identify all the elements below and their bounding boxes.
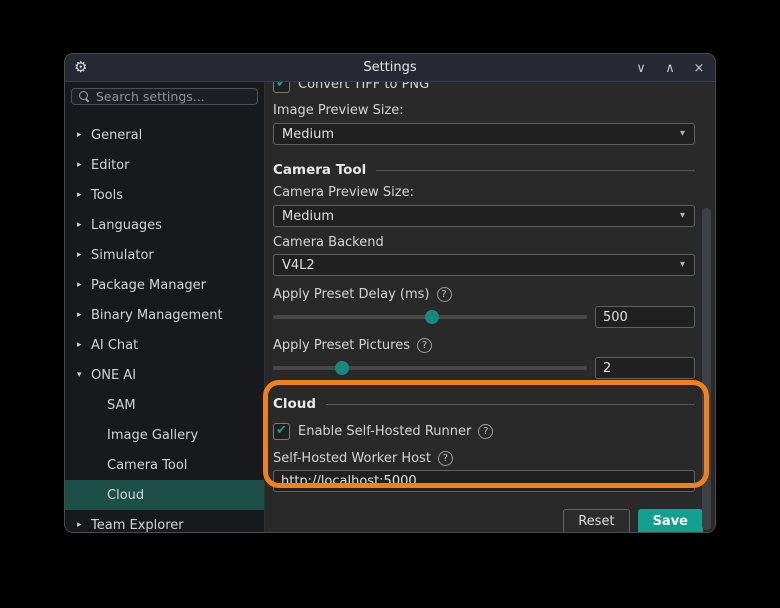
sidebar-item-sam[interactable]: SAM: [65, 390, 264, 420]
cloud-section-title: Cloud: [273, 396, 316, 412]
sidebar-item-languages[interactable]: ▸Languages: [65, 210, 264, 240]
preset-pictures-input[interactable]: [595, 357, 695, 379]
camera-tool-section-header: Camera Tool: [273, 162, 695, 178]
collapsed-arrow-icon: ▸: [77, 280, 91, 290]
settings-content: ✔ Convert TIFF to PNG Image Preview Size…: [265, 82, 715, 532]
enable-runner-row: ✔ Enable Self-Hosted Runner ?: [273, 421, 695, 441]
preset-pictures-row: [273, 357, 695, 379]
settings-window: ⚙ Settings ∨ ∧ × ▸General ▸Editor ▸Tools…: [64, 53, 716, 533]
worker-host-input[interactable]: [273, 470, 695, 492]
camera-preview-size-value: Medium: [282, 209, 334, 224]
collapsed-arrow-icon: ▸: [77, 160, 91, 170]
collapsed-arrow-icon: ▸: [77, 310, 91, 320]
camera-backend-label: Camera Backend: [273, 235, 695, 250]
sidebar-item-package-manager[interactable]: ▸Package Manager: [65, 270, 264, 300]
help-icon[interactable]: ?: [417, 338, 432, 353]
chevron-down-icon: ▾: [680, 128, 685, 139]
expanded-arrow-icon: ▾: [77, 370, 91, 380]
preset-pictures-label: Apply Preset Pictures: [273, 338, 410, 353]
minimize-icon[interactable]: ∨: [633, 62, 649, 75]
sidebar: ▸General ▸Editor ▸Tools ▸Languages ▸Simu…: [65, 82, 265, 532]
sidebar-item-camera-tool[interactable]: Camera Tool: [65, 450, 264, 480]
worker-host-label-row: Self-Hosted Worker Host ?: [273, 451, 695, 466]
convert-tiff-checkbox[interactable]: ✔: [273, 82, 290, 93]
sidebar-item-general[interactable]: ▸General: [65, 120, 264, 150]
titlebar: ⚙ Settings ∨ ∧ ×: [65, 54, 715, 82]
camera-preview-size-select[interactable]: Medium ▾: [273, 205, 695, 227]
slider-handle[interactable]: [425, 310, 439, 324]
slider-track: [273, 366, 587, 370]
preset-delay-input[interactable]: [595, 306, 695, 328]
window-title: Settings: [65, 60, 715, 75]
collapsed-arrow-icon: ▸: [77, 250, 91, 260]
save-button[interactable]: Save: [638, 509, 703, 532]
camera-preview-size-label: Camera Preview Size:: [273, 185, 695, 200]
search-box: [71, 88, 258, 105]
worker-host-label: Self-Hosted Worker Host: [273, 451, 431, 466]
slider-handle[interactable]: [335, 361, 349, 375]
image-preview-size-value: Medium: [282, 127, 334, 142]
sidebar-item-team-explorer[interactable]: ▸Team Explorer: [65, 510, 264, 533]
convert-tiff-label: Convert TIFF to PNG: [298, 82, 429, 92]
help-icon[interactable]: ?: [437, 287, 452, 302]
enable-runner-checkbox[interactable]: ✔: [273, 423, 290, 440]
chevron-down-icon: ▾: [680, 210, 685, 221]
preset-delay-row: [273, 306, 695, 328]
preset-delay-label: Apply Preset Delay (ms): [273, 287, 430, 302]
search-input[interactable]: [96, 89, 250, 104]
check-icon: ✔: [276, 424, 287, 437]
sidebar-item-simulator[interactable]: ▸Simulator: [65, 240, 264, 270]
sidebar-item-one-ai[interactable]: ▾ONE AI: [65, 360, 264, 390]
sidebar-item-cloud[interactable]: Cloud: [65, 480, 264, 510]
reset-button[interactable]: Reset: [563, 509, 629, 532]
collapsed-arrow-icon: ▸: [77, 130, 91, 140]
cloud-section-header: Cloud: [273, 396, 695, 412]
preset-pictures-slider[interactable]: [273, 357, 587, 379]
sidebar-item-ai-chat[interactable]: ▸AI Chat: [65, 330, 264, 360]
settings-tree: ▸General ▸Editor ▸Tools ▸Languages ▸Simu…: [65, 120, 264, 533]
help-icon[interactable]: ?: [478, 424, 493, 439]
image-preview-size-label: Image Preview Size:: [273, 103, 695, 118]
check-icon: ✔: [276, 82, 287, 90]
chevron-down-icon: ▾: [680, 259, 685, 270]
collapsed-arrow-icon: ▸: [77, 340, 91, 350]
camera-tool-section-title: Camera Tool: [273, 162, 366, 178]
preset-pictures-label-row: Apply Preset Pictures ?: [273, 338, 695, 353]
sidebar-item-editor[interactable]: ▸Editor: [65, 150, 264, 180]
collapsed-arrow-icon: ▸: [77, 220, 91, 230]
collapsed-arrow-icon: ▸: [77, 520, 91, 530]
enable-runner-label: Enable Self-Hosted Runner: [298, 424, 471, 439]
close-icon[interactable]: ×: [691, 62, 707, 75]
camera-backend-select[interactable]: V4L2 ▾: [273, 254, 695, 276]
preset-delay-slider[interactable]: [273, 306, 587, 328]
convert-tiff-row: ✔ Convert TIFF to PNG: [273, 82, 695, 94]
image-preview-size-select[interactable]: Medium ▾: [273, 123, 695, 145]
sidebar-item-image-gallery[interactable]: Image Gallery: [65, 420, 264, 450]
sidebar-item-tools[interactable]: ▸Tools: [65, 180, 264, 210]
footer-buttons: Reset Save: [273, 509, 703, 532]
search-icon: [79, 91, 90, 102]
collapsed-arrow-icon: ▸: [77, 190, 91, 200]
window-controls: ∨ ∧ ×: [633, 54, 707, 82]
scrollbar[interactable]: [702, 208, 711, 530]
section-divider: [326, 404, 695, 405]
sidebar-item-binary-management[interactable]: ▸Binary Management: [65, 300, 264, 330]
help-icon[interactable]: ?: [438, 451, 453, 466]
maximize-icon[interactable]: ∧: [662, 62, 678, 75]
camera-backend-value: V4L2: [282, 258, 315, 273]
section-divider: [376, 170, 695, 171]
preset-delay-label-row: Apply Preset Delay (ms) ?: [273, 287, 695, 302]
